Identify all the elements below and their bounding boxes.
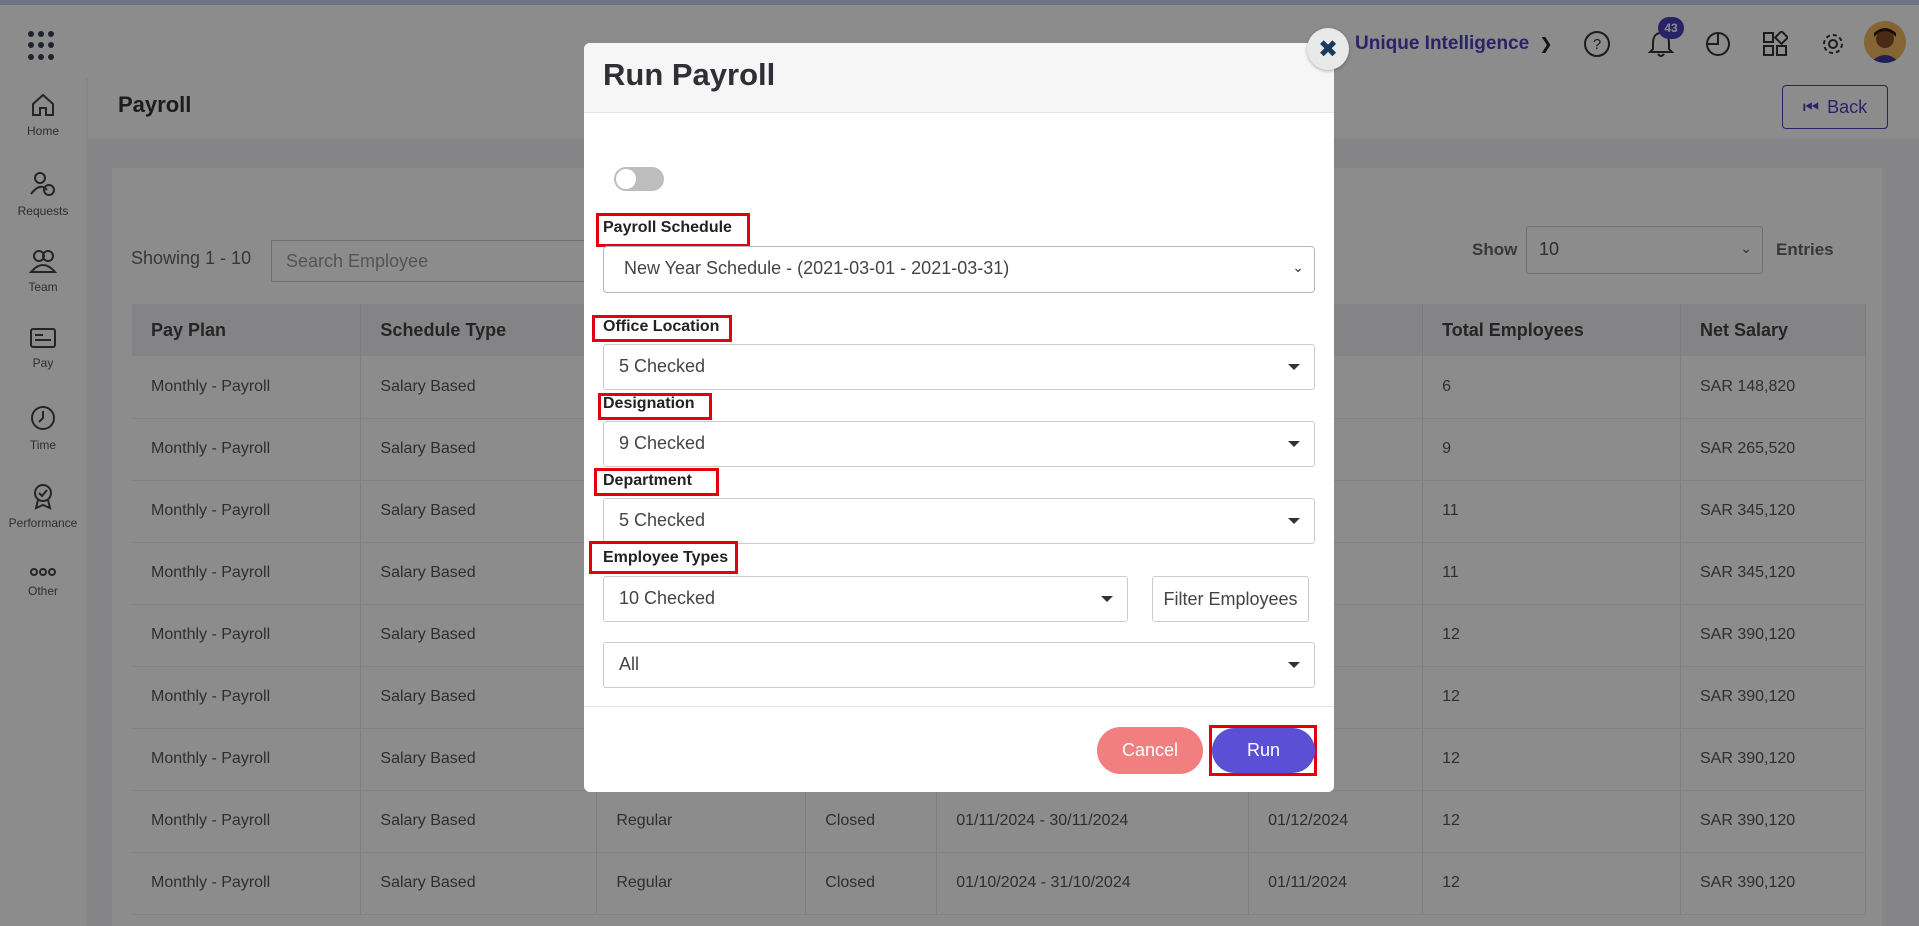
caret-down-icon xyxy=(1101,596,1113,602)
employee-filter-value: All xyxy=(619,654,640,674)
filter-employees-button[interactable]: Filter Employees xyxy=(1152,576,1309,622)
designation-label: Designation xyxy=(603,395,695,412)
run-button[interactable]: Run xyxy=(1212,728,1315,773)
payroll-schedule-label: Payroll Schedule xyxy=(603,219,732,236)
office-location-select[interactable]: 5 Checked xyxy=(603,344,1315,390)
caret-down-icon xyxy=(1288,364,1300,370)
toggle-switch[interactable] xyxy=(614,167,664,191)
modal-header: Run Payroll xyxy=(584,43,1334,113)
designation-value: 9 Checked xyxy=(619,433,706,453)
employee-types-value: 10 Checked xyxy=(619,588,716,608)
caret-down-icon xyxy=(1288,662,1300,668)
modal-footer-divider xyxy=(584,706,1334,707)
payroll-schedule-select[interactable]: New Year Schedule - (2021-03-01 - 2021-0… xyxy=(603,246,1315,293)
employee-filter-select[interactable]: All xyxy=(603,642,1315,688)
office-location-label: Office Location xyxy=(603,318,720,335)
cancel-button[interactable]: Cancel xyxy=(1097,727,1203,774)
toggle-knob xyxy=(616,169,636,189)
caret-down-icon xyxy=(1288,441,1300,447)
close-icon[interactable]: ✖ xyxy=(1307,28,1349,70)
department-label: Department xyxy=(603,472,692,489)
department-select[interactable]: 5 Checked xyxy=(603,498,1315,544)
payroll-schedule-value: New Year Schedule - (2021-03-01 - 2021-0… xyxy=(624,258,1010,278)
office-location-value: 5 Checked xyxy=(619,356,706,376)
designation-select[interactable]: 9 Checked xyxy=(603,421,1315,467)
department-value: 5 Checked xyxy=(619,510,706,530)
modal-title: Run Payroll xyxy=(603,57,776,92)
employee-types-select[interactable]: 10 Checked xyxy=(603,576,1128,622)
employee-types-label: Employee Types xyxy=(603,549,729,566)
caret-down-icon xyxy=(1288,518,1300,524)
chevron-down-icon: ⌄ xyxy=(1292,259,1304,275)
